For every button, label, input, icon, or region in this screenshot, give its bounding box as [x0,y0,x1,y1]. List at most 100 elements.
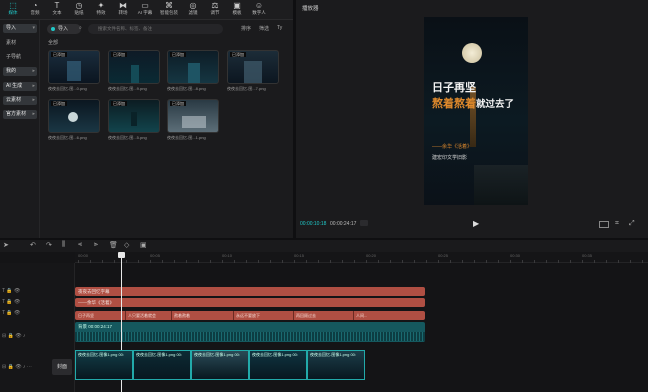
time-ruler[interactable] [75,252,648,263]
sidebar-item-subnav[interactable]: 子导航 [3,53,37,62]
audio-clip[interactable]: 背景 00:00:24:17 [75,322,425,342]
select-cursor-icon[interactable]: ➤ [3,241,9,249]
undo-icon[interactable]: ↶ [30,241,36,249]
ruler-label: 00:10 [222,253,233,258]
cover-button[interactable]: 封面 [52,359,72,375]
video-clip[interactable]: 夜夜去回忆-图像1.png 00: [249,350,307,380]
ruler-tick [138,260,139,263]
ruler-tick [570,260,571,263]
filter-button[interactable]: 筛选 [259,25,269,32]
video-clip-label: 夜夜去回忆-图像1.png 00: [78,352,125,357]
redo-icon[interactable]: ↷ [46,241,52,249]
split-left-icon[interactable]: ⫷ [78,241,82,249]
ruler-tick [510,260,511,263]
chevron-down-icon: ▾ [32,25,35,31]
media-thumb[interactable]: 已添加 [48,99,100,133]
ruler-tick [390,260,391,263]
ruler-tick [282,260,283,263]
text-clip[interactable]: ——余华《活着》 [75,298,425,307]
ruler-tick [450,260,451,263]
play-icon[interactable]: ▶ [473,219,479,228]
tool-sticker[interactable]: ◷ 贴纸 [68,1,90,19]
tool-media[interactable]: ⬚ 媒体 [2,1,24,19]
tool-ai-subtitle[interactable]: ▭ AI 字幕 [134,1,156,19]
ruler-tick [474,260,475,263]
subtitle-track[interactable]: 日子再坚 人只要活着就会 熬着熬着 永远不要放下 再回顾过去 人间... [75,311,425,320]
ruler-tick [90,260,91,263]
ruler-tick [546,260,547,263]
template-icon: ▣ [233,1,241,10]
ruler-tick [414,260,415,263]
media-thumb[interactable]: 已添加 [227,50,279,84]
ruler-tick [438,260,439,263]
ruler-tick [402,260,403,263]
search-input[interactable]: 搜索文件名称、标签、备注 [88,24,223,34]
import-button[interactable]: 导入 [47,24,81,34]
media-grid: 导入 搜索文件名称、标签、备注 ⌕ 排序 筛选 Ty 全部 已添加 夜夜去回忆-… [47,24,283,140]
sort-button[interactable]: 排序 [241,25,251,32]
delete-icon[interactable]: 🗑 [109,241,118,249]
effects-icon: ✦ [97,1,105,10]
video-clip[interactable]: 夜夜去回忆-图像1.png 00: [75,350,133,380]
audio-track-header: ⊟ 🔒 👁 ♪ [2,333,26,339]
video-clip[interactable]: 夜夜去回忆-图像1.png 00: [133,350,191,380]
tool-template[interactable]: ▣ 模板 [226,1,248,19]
ratio-button[interactable] [599,221,609,228]
subtitle-icon: ▭ [141,1,149,10]
tool-smart-package[interactable]: ⌘ 智能包装 [158,1,180,19]
fullscreen-icon[interactable]: ⤢ [629,220,635,228]
ruler-label: 00:20 [366,253,377,258]
split-icon[interactable]: ⫼ [62,241,65,249]
text-clip[interactable]: 夜夜去回忆字幕 [75,287,425,296]
ruler-tick [210,260,211,263]
ruler-tick [270,260,271,263]
split-right-icon[interactable]: ⫸ [94,241,98,249]
tool-digital-human[interactable]: ☺ 数字人 [248,1,270,19]
media-thumb[interactable]: 已添加 [108,99,160,133]
sidebar-item-import[interactable]: 导入 ▾ [3,24,37,33]
marker-icon[interactable]: ◇ [124,241,129,249]
subtitle-segment[interactable]: 人间... [353,311,367,320]
playhead-handle[interactable] [118,252,125,258]
media-thumb[interactable]: 已添加 [108,50,160,84]
sidebar-item-cloud[interactable]: 云素材 ▸ [3,96,37,105]
subtitle-segment[interactable]: 永远不要放下 [233,311,260,320]
ruler-tick [534,260,535,263]
ruler-tick [618,260,619,263]
subtitle-segment[interactable]: 日子再坚 [76,311,94,320]
transition-icon: ⧓ [119,1,127,10]
video-preview[interactable]: 日子再坚 熬着熬着 就过去了 ——余华《活着》 建宏印文学旧影 [424,17,528,205]
tool-adjust[interactable]: ⚖ 调节 [204,1,226,19]
text-track-header: T 🔒 👁 [2,310,21,316]
search-icon: ⌕ [79,25,82,31]
import-dot-icon [51,26,55,31]
media-thumb[interactable]: 已添加 [167,50,219,84]
sidebar-item-ai-generate[interactable]: AI 生成 ▸ [3,82,37,91]
media-thumb[interactable]: 已添加 [167,99,219,133]
text-type-button[interactable]: Ty [277,25,282,31]
sidebar-item-official[interactable]: 官方素材 ▸ [3,110,37,119]
ruler-tick [186,260,187,263]
track-headers: T 🔒 👁 T 🔒 👁 T 🔒 👁 ⊟ 🔒 👁 ♪ ⊟ 🔒 👁 ♪ ⋯ 封面 [0,263,75,392]
subtitle-segment[interactable]: 熬着熬着 [171,311,190,320]
ruler-tick [594,260,595,263]
tool-effects[interactable]: ✦ 特效 [90,1,112,19]
top-toolbar: ⬚ 媒体 ◔ 音频 T 文本 ◷ 贴纸 ✦ 特效 ⧓ 转场 ▭ AI 字幕 ⌘ 智能包装 ◎ 滤镜… [0,0,293,20]
media-thumb[interactable]: 已添加 [48,50,100,84]
tool-filter[interactable]: ◎ 滤镜 [182,1,204,19]
sidebar-item-mine[interactable]: 我的 ▸ [3,67,37,76]
tool-text[interactable]: T 文本 [46,1,68,19]
subtitle-segment[interactable]: 再回顾过去 [293,311,316,320]
timecode-toggle[interactable] [360,220,368,226]
frame-icon[interactable]: ▣ [140,241,147,249]
tool-transition[interactable]: ⧓ 转场 [112,1,134,19]
ruler-tick [126,260,127,263]
filter-icon: ◎ [189,1,197,10]
subtitle-segment[interactable]: 人只要活着就会 [125,311,156,320]
player-panel: 播放器 日子再坚 熬着熬着 就过去了 ——余华《活着》 建宏印文学旧影 00:0… [296,0,648,238]
sidebar-item-material[interactable]: 素材 [3,39,37,48]
video-clip[interactable]: 夜夜去回忆-图像1.png 00: [191,350,249,380]
tool-audio[interactable]: ◔ 音频 [24,1,46,19]
video-clip[interactable]: 夜夜去回忆-图像1.png 00: [307,350,365,380]
crop-icon[interactable]: ⌗ [615,220,619,228]
